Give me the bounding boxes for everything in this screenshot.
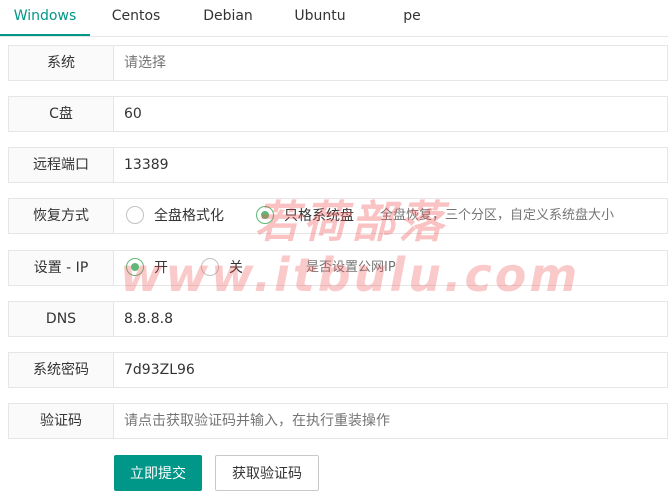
restore-mode-label: 恢复方式 (9, 199, 114, 233)
ip-setting-hint: 是否设置公网IP (306, 260, 396, 275)
restore-mode-hint: 全盘恢复，三个分区，自定义系统盘大小 (380, 208, 615, 223)
radio-full-format-label: 全盘格式化 (154, 208, 224, 224)
form-row-password: 系统密码 (8, 352, 668, 388)
dns-label: DNS (9, 302, 114, 336)
captcha-input[interactable] (114, 404, 667, 438)
form-row-restore-mode: 恢复方式 全盘格式化 只格系统盘 全盘恢复，三个分区，自定义系统盘大小 (8, 198, 668, 234)
ip-setting-label: 设置 - IP (9, 251, 114, 285)
tab-pe[interactable]: pe (392, 0, 432, 34)
password-input[interactable] (114, 353, 667, 387)
form-row-ip-setting: 设置 - IP 开 关 是否设置公网IP (8, 250, 668, 286)
form-row-remote-port: 远程端口 (8, 147, 668, 183)
dns-input[interactable] (114, 302, 667, 336)
tab-ubuntu[interactable]: Ubuntu (288, 0, 352, 34)
form-row-dns: DNS (8, 301, 668, 337)
radio-circle-icon (201, 258, 219, 276)
radio-circle-icon (126, 206, 144, 224)
tab-bar: Windows Centos Debian Ubuntu pe (0, 0, 668, 37)
system-select-input[interactable] (114, 46, 667, 80)
password-label: 系统密码 (9, 353, 114, 387)
radio-ip-off-label: 关 (229, 260, 243, 276)
submit-button[interactable]: 立即提交 (114, 455, 202, 491)
tab-centos[interactable]: Centos (104, 0, 168, 34)
radio-system-only-label: 只格系统盘 (284, 208, 354, 224)
form-row-captcha: 验证码 (8, 403, 668, 439)
tab-windows[interactable]: Windows (0, 0, 90, 36)
remote-port-label: 远程端口 (9, 148, 114, 182)
remote-port-input[interactable] (114, 148, 667, 182)
form-row-c-drive: C盘 (8, 96, 668, 132)
radio-checked-icon (126, 258, 144, 276)
radio-checked-icon (256, 206, 274, 224)
get-code-button[interactable]: 获取验证码 (215, 455, 319, 491)
captcha-label: 验证码 (9, 404, 114, 438)
tab-debian[interactable]: Debian (198, 0, 258, 34)
form-row-system: 系统 (8, 45, 668, 81)
system-label: 系统 (9, 46, 114, 80)
radio-ip-on-label: 开 (154, 260, 168, 276)
system-select[interactable] (114, 46, 667, 80)
c-drive-input[interactable] (114, 97, 667, 131)
c-drive-label: C盘 (9, 97, 114, 131)
